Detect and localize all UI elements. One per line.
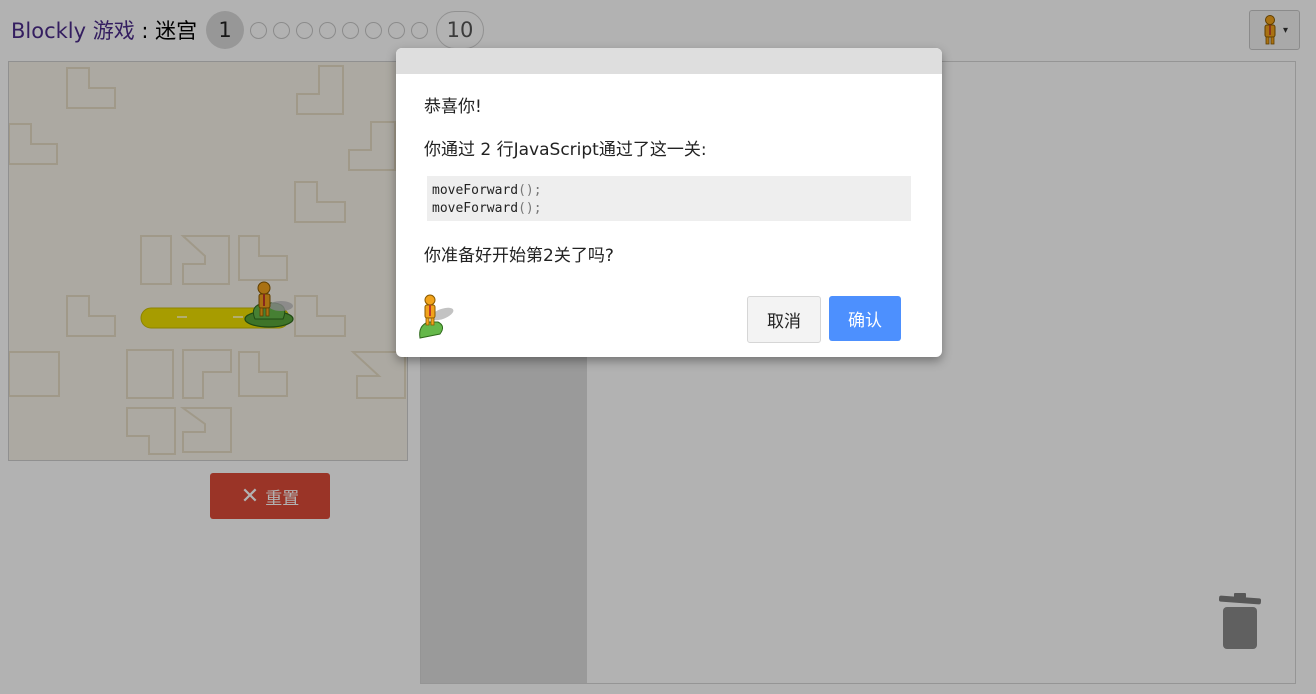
code-line: moveForward();	[432, 201, 542, 216]
code-line: moveForward();	[432, 183, 542, 198]
pegman-icon	[419, 294, 454, 339]
cancel-button[interactable]: 取消	[747, 296, 821, 343]
code-block: moveForward(); moveForward();	[427, 176, 911, 221]
congrats-dialog: 恭喜你! 你通过 2 行JavaScript通过了这一关: moveForwar…	[396, 48, 942, 357]
lines-summary: 你通过 2 行JavaScript通过了这一关:	[424, 140, 707, 160]
app-root: Blockly 游戏 : 迷宫 1 10 ▾ ✕ 重置 恭喜你! 你通过 2 行…	[0, 0, 1316, 694]
next-level-prompt: 你准备好开始第2关了吗?	[424, 246, 614, 266]
dialog-title-bar[interactable]	[396, 48, 942, 74]
confirm-button[interactable]: 确认	[829, 296, 901, 341]
congrats-heading: 恭喜你!	[424, 97, 482, 117]
